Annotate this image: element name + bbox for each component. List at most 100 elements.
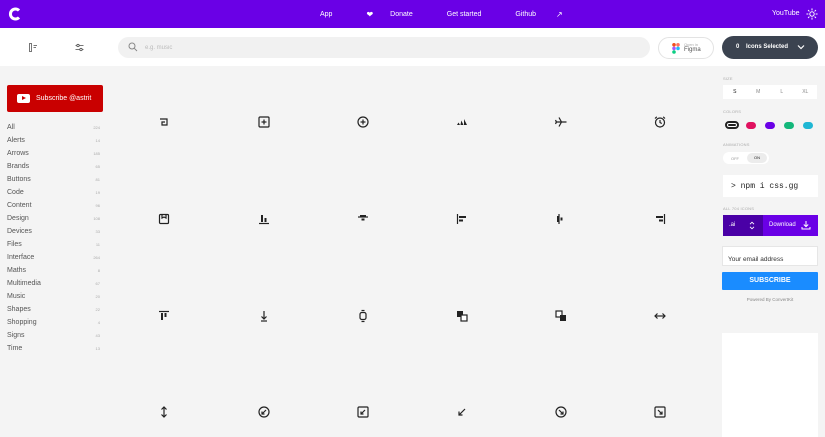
category-item[interactable]: Brands 65 [7, 160, 100, 173]
anim-on[interactable]: ON [747, 153, 767, 163]
category-name: Multimedia [7, 280, 41, 287]
add-r-icon[interactable] [257, 115, 271, 129]
arrange-back-icon[interactable] [455, 309, 469, 323]
category-item[interactable]: Files 11 [7, 238, 100, 251]
category-item[interactable]: Shopping 4 [7, 316, 100, 329]
color-swatch-pink[interactable] [746, 122, 756, 129]
album-icon[interactable] [157, 212, 171, 226]
align-middle-icon[interactable] [554, 212, 568, 226]
colors-label: COLORS [723, 109, 742, 114]
open-in-figma-button[interactable]: Open in Figma [658, 37, 714, 59]
category-item[interactable]: All 224 [7, 121, 100, 134]
options-icon[interactable] [75, 43, 84, 52]
css-gg-logo-icon[interactable] [8, 7, 22, 21]
color-swatch-black[interactable] [725, 121, 739, 129]
youtube-subscribe-label: Subscribe @astrit [36, 95, 92, 102]
arrow-align-v-icon[interactable] [257, 309, 271, 323]
sun-icon[interactable] [806, 8, 818, 20]
category-item[interactable]: Shapes 22 [7, 303, 100, 316]
category-item[interactable]: Interface 264 [7, 251, 100, 264]
figma-name-label: Figma [684, 47, 701, 53]
category-item[interactable]: Multimedia 67 [7, 277, 100, 290]
airplane-icon[interactable] [554, 115, 568, 129]
npm-command[interactable]: > npm i css.gg [723, 175, 818, 197]
chevron-down-icon [797, 45, 805, 50]
arrow-bottom-right-o-icon[interactable] [554, 405, 568, 419]
category-count: 13 [95, 346, 100, 351]
color-swatch-cyan[interactable] [803, 122, 813, 129]
anim-off[interactable]: OFF [731, 156, 739, 161]
category-name: Devices [7, 228, 32, 235]
category-name: Music [7, 293, 26, 300]
adidas-icon[interactable] [455, 115, 469, 129]
category-item[interactable]: Devices 33 [7, 225, 100, 238]
category-item[interactable]: Maths 8 [7, 264, 100, 277]
download-icon[interactable] [801, 220, 811, 230]
powered-by-label: Powered By ConvertKit [746, 297, 794, 302]
email-field[interactable] [722, 246, 818, 266]
align-left-icon[interactable] [455, 212, 469, 226]
category-count: 81 [95, 177, 100, 182]
align-right-icon[interactable] [653, 212, 667, 226]
alarm-icon[interactable] [653, 115, 667, 129]
abstract-icon[interactable] [157, 115, 171, 129]
align-top-icon[interactable] [157, 309, 171, 323]
category-item[interactable]: Alerts 14 [7, 134, 100, 147]
search-input[interactable] [145, 40, 625, 55]
nav-github[interactable]: Github ↗ [515, 10, 579, 19]
size-xl[interactable]: XL [794, 85, 818, 99]
arrows-h-icon[interactable] [653, 309, 667, 323]
download-bar: .ai Download [723, 215, 818, 236]
arrow-bottom-left-icon[interactable] [455, 405, 469, 419]
category-item[interactable]: Design 108 [7, 212, 100, 225]
nav-donate[interactable]: ❤ Donate [366, 10, 429, 19]
apple-watch-icon[interactable] [356, 309, 370, 323]
category-name: Code [7, 189, 24, 196]
select-updown-icon [749, 221, 755, 230]
category-item[interactable]: Buttons 81 [7, 173, 100, 186]
top-navbar: App ❤ Donate Get started Github ↗ YouTube [0, 0, 825, 28]
icons-selected-button[interactable]: 0 Icons Selected [722, 36, 818, 59]
align-bottom-icon[interactable] [257, 212, 271, 226]
youtube-subscribe-button[interactable]: Subscribe @astrit [7, 85, 103, 112]
category-name: Alerts [7, 137, 25, 144]
ad-box [722, 333, 818, 437]
nav-get-started[interactable]: Get started [447, 11, 499, 18]
arrange-front-icon[interactable] [554, 309, 568, 323]
category-item[interactable]: Time 13 [7, 342, 100, 355]
nav-app[interactable]: App [320, 11, 349, 18]
category-item[interactable]: Arrows 185 [7, 147, 100, 160]
category-name: Shapes [7, 306, 31, 313]
category-item[interactable]: Signs 43 [7, 329, 100, 342]
category-name: Interface [7, 254, 35, 261]
category-count: 20 [95, 294, 100, 299]
format-select[interactable]: .ai [723, 215, 763, 236]
color-swatch-purple[interactable] [765, 122, 775, 129]
add-icon[interactable] [356, 115, 370, 129]
size-selector: S M L XL [723, 85, 817, 99]
nav-youtube[interactable]: YouTube [772, 10, 800, 17]
arrow-bottom-left-o-icon[interactable] [257, 405, 271, 419]
align-center-icon[interactable] [356, 212, 370, 226]
size-l[interactable]: L [770, 85, 794, 99]
subscribe-button[interactable]: SUBSCRIBE [722, 272, 818, 290]
category-name: Content [7, 202, 32, 209]
size-m[interactable]: M [747, 85, 771, 99]
search-icon [128, 42, 138, 52]
animations-toggle[interactable]: OFF ON [723, 152, 769, 164]
category-item[interactable]: Content 96 [7, 199, 100, 212]
category-item[interactable]: Code 19 [7, 186, 100, 199]
color-swatch-green[interactable] [784, 122, 794, 129]
category-name: Time [7, 345, 23, 352]
arrows-v-icon[interactable] [157, 405, 171, 419]
category-item[interactable]: Music 20 [7, 290, 100, 303]
sidebar-toggle-icon[interactable] [29, 43, 38, 52]
arrow-bottom-right-r-icon[interactable] [653, 405, 667, 419]
category-name: Design [7, 215, 29, 222]
category-count: 65 [95, 164, 100, 169]
arrow-bottom-left-r-icon[interactable] [356, 405, 370, 419]
size-s[interactable]: S [723, 85, 747, 99]
category-count: 33 [95, 229, 100, 234]
download-button[interactable]: Download [769, 222, 796, 228]
category-count: 96 [95, 203, 100, 208]
